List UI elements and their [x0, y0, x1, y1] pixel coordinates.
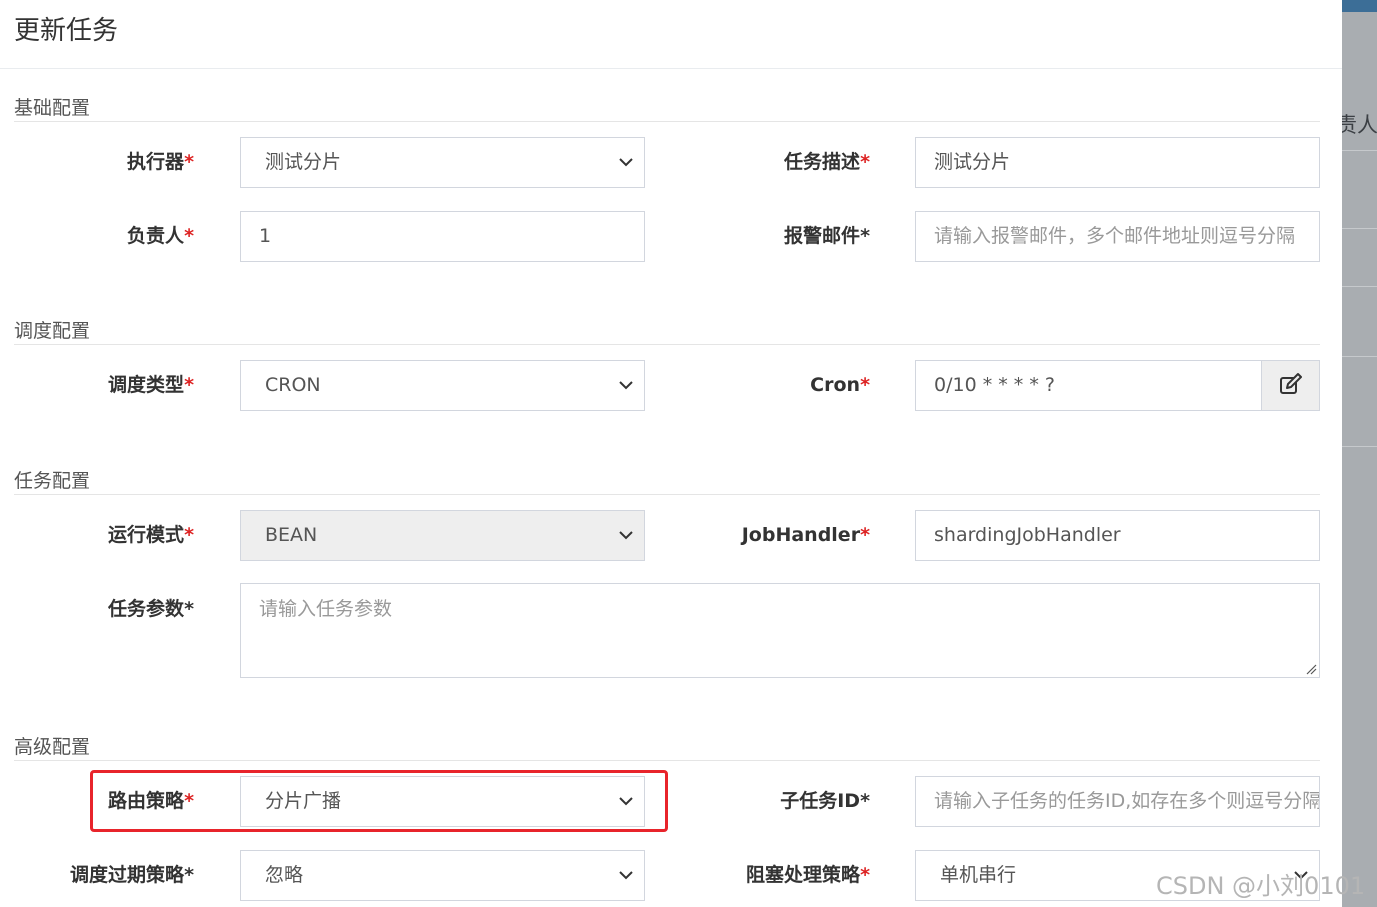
modal-title: 更新任务 — [14, 16, 119, 46]
csdn-watermark: CSDN @小刘0101 — [1156, 872, 1366, 900]
section-divider — [14, 344, 1320, 345]
child-job-id-input[interactable]: 请输入子任务的任务ID,如存在多个则逗号分隔 — [915, 776, 1320, 827]
executor-label: 执行器* — [127, 151, 194, 173]
backdrop-divider — [1342, 356, 1377, 357]
job-param-placeholder: 请输入任务参数 — [259, 598, 393, 620]
glue-type-select: BEAN — [240, 510, 645, 561]
cron-input[interactable]: 0/10 * * * * ? — [915, 360, 1262, 411]
child-job-id-label: 子任务ID* — [780, 790, 870, 812]
edit-icon — [1280, 373, 1302, 394]
cron-label: Cron* — [810, 374, 870, 396]
section-divider — [14, 494, 1320, 495]
section-title-schedule: 调度配置 — [14, 320, 91, 342]
backdrop-divider — [1342, 286, 1377, 287]
route-strategy-highlight-box — [90, 770, 668, 832]
executor-value: 测试分片 — [265, 151, 342, 173]
schedule-type-value: CRON — [265, 374, 321, 396]
misfire-strategy-select[interactable]: 忽略 — [240, 850, 645, 901]
job-desc-value: 测试分片 — [934, 151, 1011, 173]
glue-type-label: 运行模式* — [108, 524, 194, 546]
schedule-type-label: 调度类型* — [108, 374, 194, 396]
job-param-textarea[interactable]: 请输入任务参数 — [240, 583, 1320, 678]
chevron-down-icon — [619, 871, 633, 880]
chevron-down-icon — [619, 158, 633, 167]
alarm-email-placeholder: 请输入报警邮件，多个邮件地址则逗号分隔 — [934, 225, 1296, 247]
backdrop-divider — [1342, 446, 1377, 447]
author-value: 1 — [259, 225, 272, 247]
resize-handle-icon[interactable] — [1305, 663, 1317, 675]
modal-backdrop: 责人 — [1336, 0, 1377, 907]
child-job-id-placeholder: 请输入子任务的任务ID,如存在多个则逗号分隔 — [934, 790, 1320, 812]
chevron-down-icon — [619, 381, 633, 390]
update-task-modal: 更新任务 基础配置 执行器* 测试分片 任务描述* 测试分片 负责人* 1 报警… — [0, 0, 1342, 907]
section-title-basic: 基础配置 — [14, 97, 91, 119]
alarm-email-input[interactable]: 请输入报警邮件，多个邮件地址则逗号分隔 — [915, 211, 1320, 262]
backdrop-divider — [1342, 150, 1377, 151]
backdrop-divider — [1342, 228, 1377, 229]
author-input[interactable]: 1 — [240, 211, 645, 262]
section-title-task: 任务配置 — [14, 470, 91, 492]
cron-edit-button[interactable] — [1261, 360, 1320, 411]
executor-select[interactable]: 测试分片 — [240, 137, 645, 188]
modal-header: 更新任务 — [0, 0, 1342, 69]
chevron-down-icon — [619, 531, 633, 540]
job-param-label: 任务参数* — [108, 598, 194, 620]
misfire-strategy-value: 忽略 — [265, 864, 304, 886]
job-desc-input[interactable]: 测试分片 — [915, 137, 1320, 188]
section-divider — [14, 760, 1320, 761]
job-handler-label: JobHandler* — [741, 524, 870, 546]
author-label: 负责人* — [127, 225, 194, 247]
section-divider — [14, 121, 1320, 122]
glue-type-value: BEAN — [265, 524, 318, 546]
backdrop-header-strip — [1342, 0, 1377, 12]
misfire-strategy-label: 调度过期策略* — [70, 864, 194, 886]
job-desc-label: 任务描述* — [784, 151, 870, 173]
alarm-email-label: 报警邮件* — [784, 225, 870, 247]
section-title-advanced: 高级配置 — [14, 736, 91, 758]
backdrop-partial-text: 责人 — [1336, 113, 1377, 137]
cron-value: 0/10 * * * * ? — [934, 374, 1055, 396]
schedule-type-select[interactable]: CRON — [240, 360, 645, 411]
job-handler-input[interactable]: shardingJobHandler — [915, 510, 1320, 561]
block-strategy-value: 单机串行 — [940, 864, 1017, 886]
job-handler-value: shardingJobHandler — [934, 524, 1121, 546]
block-strategy-label: 阻塞处理策略* — [746, 864, 870, 886]
